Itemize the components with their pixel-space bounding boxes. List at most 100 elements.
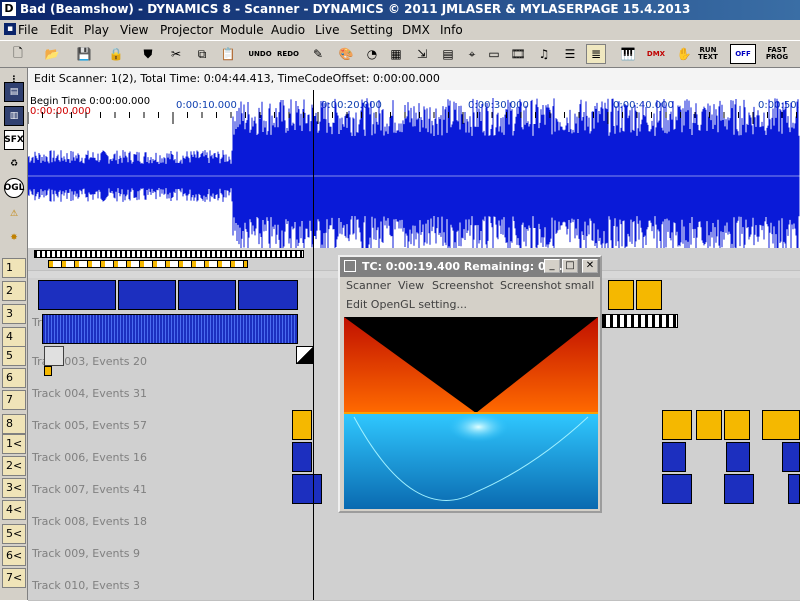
ogl-button[interactable]: OGL bbox=[4, 178, 24, 198]
timeline-event[interactable] bbox=[636, 280, 662, 310]
music-note-icon[interactable]: ♫ bbox=[534, 44, 554, 64]
opengl-preview-window[interactable]: TC: 0:00:19.400 Remaining: 0:... _ □ ✕ S… bbox=[338, 255, 602, 513]
timeline-event[interactable] bbox=[662, 410, 692, 440]
track-number[interactable]: 3< bbox=[2, 478, 26, 498]
sequence-icon[interactable]: ▥ bbox=[4, 106, 24, 126]
beam-effect-icon[interactable]: ✸ bbox=[4, 228, 24, 248]
menu-view[interactable]: View bbox=[120, 23, 148, 37]
menu-module[interactable]: Module bbox=[220, 23, 264, 37]
dmx-button[interactable]: DMX bbox=[646, 44, 666, 64]
color-wheel-icon[interactable]: ◔ bbox=[362, 44, 382, 64]
system-menu-icon[interactable]: ▪ bbox=[4, 23, 16, 35]
track-row-10[interactable]: Track 009, Events 9 bbox=[28, 538, 800, 571]
film-icon[interactable]: 🎞 bbox=[508, 44, 528, 64]
menu-file[interactable]: File bbox=[18, 23, 38, 37]
preview-menu-screenshot-small[interactable]: Screenshot small bbox=[500, 279, 594, 292]
off-button[interactable]: OFF bbox=[730, 44, 756, 64]
event-strip[interactable] bbox=[34, 250, 304, 258]
track-view-icon[interactable]: ≣ bbox=[586, 44, 606, 64]
timeline-event[interactable] bbox=[788, 474, 800, 504]
track-number[interactable]: 8 bbox=[2, 414, 26, 434]
sfx-button[interactable]: SFX bbox=[4, 130, 24, 150]
track-number[interactable]: 5 bbox=[2, 346, 26, 366]
track-number[interactable]: 3 bbox=[2, 304, 26, 324]
window-icon[interactable]: ▭ bbox=[484, 44, 504, 64]
track-number[interactable]: 4< bbox=[2, 500, 26, 520]
layout-icon[interactable]: ▤ bbox=[438, 44, 458, 64]
preview-title-bar[interactable]: TC: 0:00:19.400 Remaining: 0:... _ □ ✕ bbox=[340, 257, 600, 277]
piano-icon[interactable]: 🎹 bbox=[618, 44, 638, 64]
timeline-event[interactable] bbox=[662, 474, 692, 504]
playhead[interactable] bbox=[313, 90, 314, 600]
timeline-event[interactable] bbox=[724, 474, 754, 504]
menu-audio[interactable]: Audio bbox=[271, 23, 305, 37]
menu-setting[interactable]: Setting bbox=[350, 23, 393, 37]
fast-prog-button[interactable]: FAST PROG bbox=[764, 44, 790, 64]
timeline-event[interactable] bbox=[44, 366, 52, 376]
track-row-11[interactable]: Track 010, Events 3 bbox=[28, 570, 800, 601]
shield-icon[interactable]: ⛊ bbox=[138, 44, 158, 64]
timeline-event[interactable] bbox=[178, 280, 236, 310]
menu-live[interactable]: Live bbox=[315, 23, 340, 37]
lock-icon[interactable]: 🔒 bbox=[106, 44, 126, 64]
menu-play[interactable]: Play bbox=[84, 23, 109, 37]
track-number[interactable]: 2 bbox=[2, 281, 26, 301]
save-icon[interactable]: 💾 bbox=[74, 44, 94, 64]
track-number[interactable]: 7< bbox=[2, 568, 26, 588]
menu-edit[interactable]: Edit bbox=[50, 23, 73, 37]
preview-menu-scanner[interactable]: Scanner bbox=[346, 279, 391, 292]
timeline-icon[interactable]: ☰ bbox=[560, 44, 580, 64]
laser-preview-canvas[interactable] bbox=[344, 317, 598, 509]
timeline-event[interactable] bbox=[782, 442, 800, 472]
timeline-event[interactable] bbox=[44, 346, 64, 366]
timeline-event[interactable] bbox=[118, 280, 176, 310]
track-number[interactable]: 7 bbox=[2, 390, 26, 410]
menu-projector[interactable]: Projector bbox=[160, 23, 213, 37]
track-number[interactable]: 6< bbox=[2, 546, 26, 566]
track-number[interactable]: 4 bbox=[2, 327, 26, 347]
track-number[interactable]: 1< bbox=[2, 434, 26, 454]
preview-menu-edit-opengl[interactable]: Edit OpenGL setting... bbox=[346, 298, 467, 311]
menu-info[interactable]: Info bbox=[440, 23, 463, 37]
audio-event[interactable] bbox=[42, 314, 298, 344]
track-number[interactable]: 5< bbox=[2, 524, 26, 544]
app-icon[interactable]: D bbox=[2, 2, 16, 16]
event-strip[interactable] bbox=[602, 314, 678, 328]
undo-button[interactable]: UNDO bbox=[248, 44, 271, 64]
minimize-button[interactable]: _ bbox=[544, 259, 560, 273]
new-file-icon[interactable]: 🗋 bbox=[8, 44, 28, 64]
palette-icon[interactable]: 🎨 bbox=[336, 44, 356, 64]
scanner-tool-icon[interactable]: ✎ bbox=[308, 44, 328, 64]
scanner-icon[interactable]: ▤ bbox=[4, 82, 24, 102]
timeline-event[interactable] bbox=[662, 442, 686, 472]
pointer-icon[interactable]: ⇲ bbox=[412, 44, 432, 64]
timeline-event[interactable] bbox=[726, 442, 750, 472]
laser-warning-icon[interactable]: ⚠ bbox=[4, 204, 24, 224]
timeline-event[interactable] bbox=[292, 474, 322, 504]
track-number[interactable]: 1 bbox=[2, 258, 26, 278]
preview-menu-screenshot[interactable]: Screenshot bbox=[432, 279, 494, 292]
copy-icon[interactable]: ⧉ bbox=[192, 44, 212, 64]
timeline-event[interactable] bbox=[608, 280, 634, 310]
cut-icon[interactable]: ✂ bbox=[166, 44, 186, 64]
redo-button[interactable]: REDO bbox=[277, 44, 299, 64]
marker-event[interactable] bbox=[296, 346, 314, 364]
timeline-event[interactable] bbox=[238, 280, 298, 310]
maximize-button[interactable]: □ bbox=[562, 259, 578, 273]
open-folder-icon[interactable]: 📂 bbox=[42, 44, 62, 64]
sync-icon[interactable]: ♻ bbox=[4, 154, 24, 174]
paste-icon[interactable]: 📋 bbox=[218, 44, 238, 64]
timeline-event[interactable] bbox=[696, 410, 722, 440]
hand-icon[interactable]: ✋ bbox=[674, 44, 694, 64]
close-button[interactable]: ✕ bbox=[582, 259, 598, 273]
grid-icon[interactable]: ▦ bbox=[386, 44, 406, 64]
preview-menu-view[interactable]: View bbox=[398, 279, 424, 292]
timeline-event[interactable] bbox=[762, 410, 800, 440]
cursor-icon[interactable]: ⌖ bbox=[462, 44, 482, 64]
timeline-event[interactable] bbox=[724, 410, 750, 440]
run-text-button[interactable]: RUN TEXT bbox=[698, 44, 718, 64]
event-strip[interactable] bbox=[48, 260, 248, 268]
menu-dmx[interactable]: DMX bbox=[402, 23, 430, 37]
timeline-event[interactable] bbox=[292, 442, 312, 472]
audio-waveform[interactable]: Begin Time 0:00:00.000 0:00:00.000 0:00:… bbox=[28, 90, 800, 248]
